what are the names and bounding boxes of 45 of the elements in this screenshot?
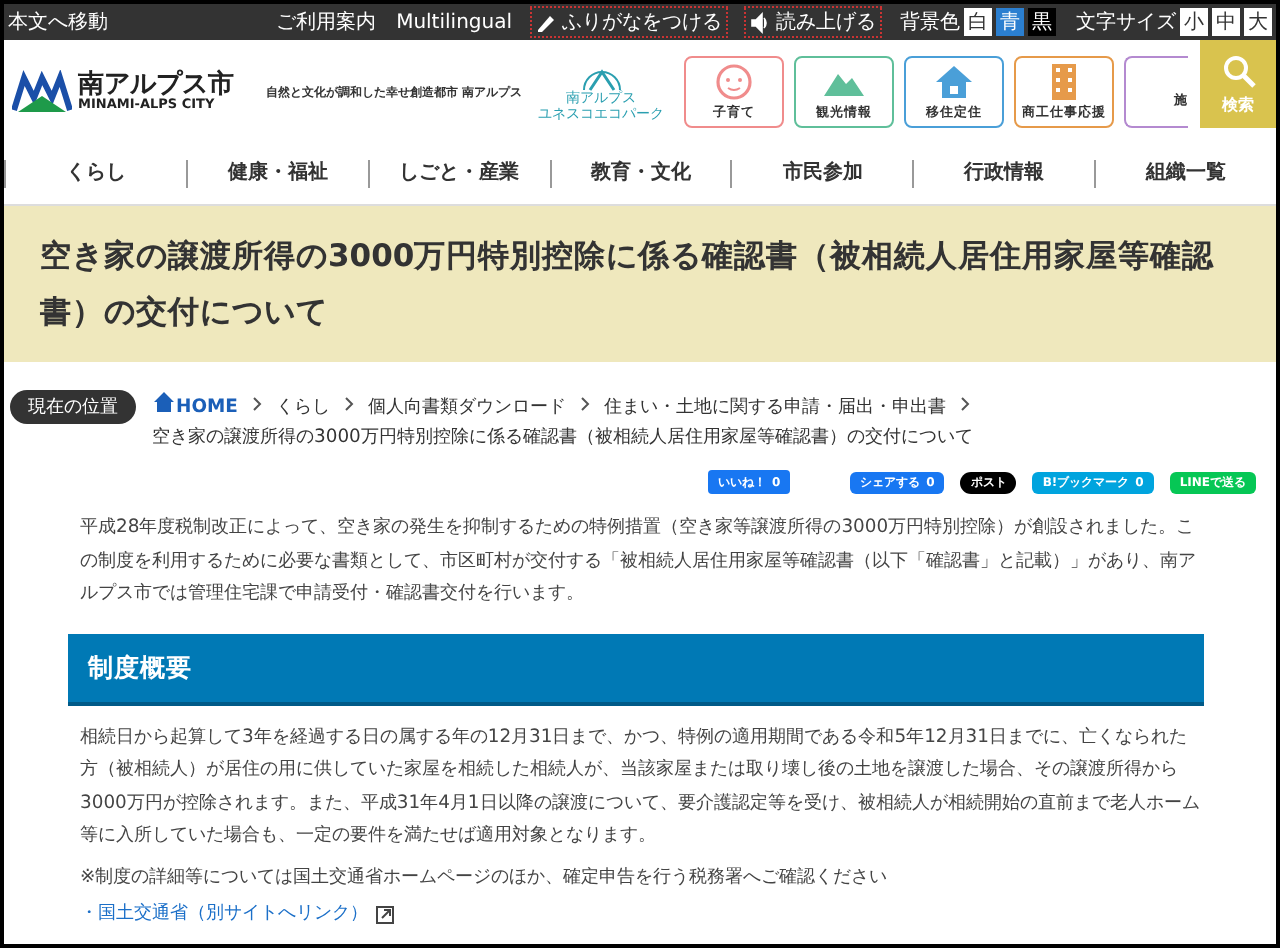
house-icon: [932, 62, 977, 100]
nav-item[interactable]: 市民参加: [730, 160, 913, 188]
section-heading: 制度概要: [68, 633, 1204, 705]
breadcrumb-home-link[interactable]: HOME: [152, 396, 238, 418]
text-size-option[interactable]: 中: [1212, 8, 1240, 36]
text-size-option[interactable]: 小: [1180, 8, 1208, 36]
background-color-option[interactable]: 青: [996, 8, 1024, 36]
nav-item[interactable]: しごと・産業: [367, 160, 550, 188]
read-aloud-button[interactable]: 読み上げる: [746, 8, 880, 36]
breadcrumb-link[interactable]: 住まい・土地に関する申請・届出・申出書: [603, 396, 946, 418]
speaker-icon: [750, 11, 770, 33]
nav-item[interactable]: くらし: [4, 160, 186, 188]
header-link[interactable]: ご利用案内: [276, 8, 377, 36]
pencil-icon: [536, 11, 556, 33]
intro-paragraph: 平成28年度税制改正によって、空き家の発生を抑制するための特例措置（空き家等譲渡所得の3000万円特別控除）が創設されました。この制度を利用するために必要な書類として、市区町村が交付する「被相続人居住用家屋等確認書（以下「確認書」と記載）」があり、南アルプス市では管理住宅課で申請受付・確認書交付を行います。: [80, 514, 1198, 608]
city-name: 南アルプス市: [78, 72, 234, 99]
current-location-label: 現在の位置: [10, 390, 136, 424]
city-logo-icon: [12, 70, 72, 114]
home-icon: [152, 390, 176, 412]
breadcrumb-current: 空き家の譲渡所得の3000万円特別控除に係る確認書（被相続人居住用家屋等確認書）の交付について: [152, 424, 975, 452]
baby-face-icon: [712, 62, 757, 100]
breadcrumb-link[interactable]: 個人向書類ダウンロード: [367, 396, 566, 418]
nav-item[interactable]: 組織一覧: [1094, 160, 1277, 188]
nav-item[interactable]: 健康・福祉: [185, 160, 368, 188]
nav-item[interactable]: 行政情報: [912, 160, 1095, 188]
nav-item[interactable]: 教育・文化: [549, 160, 731, 188]
skip-link[interactable]: 本文へ移動: [8, 8, 108, 36]
chevron-icon: [343, 396, 354, 412]
background-color-option[interactable]: 白: [964, 8, 992, 36]
text-size-label: 文字サイズ: [1076, 9, 1176, 36]
chevron-icon: [959, 396, 970, 412]
text-size-option[interactable]: 大: [1244, 8, 1272, 36]
external-link-icon: [376, 905, 394, 924]
external-link[interactable]: ・国土交通省（別サイトへリンク）: [80, 898, 394, 931]
background-color-option[interactable]: 黒: [1028, 8, 1056, 36]
chevron-icon: [251, 396, 262, 412]
header-link[interactable]: Multilingual: [396, 11, 512, 33]
furigana-button[interactable]: ふりがなをつける: [532, 8, 726, 36]
search-icon: [1221, 53, 1255, 87]
chevron-icon: [579, 396, 590, 412]
note-text: ※制度の詳細等については国土交通省ホームページのほか、確定申告を行う税務署へご確認ください: [80, 863, 890, 891]
background-color-label: 背景色: [900, 9, 960, 36]
page-title: 空き家の譲渡所得の3000万円特別控除に係る確認書（被相続人居住用家屋等確認書）の交付について: [40, 236, 1217, 334]
section-paragraph: 相続日から起算して3年を経過する日の属する年の12月31日まで、かつ、特例の適用期間である令和5年12月31日までに、亡くなられた方（被相続人）が居住の用に供していた家屋を相続した相続人が、当該家屋または取り壊し後の土地を譲渡した場合、その譲渡所得から3000万円が控除されます。また、平成31年4月1日以降の譲渡について、要介護認定等を受け、被相続人が相続開始の直前まで老人ホーム等に入所していた場合も、一定の要件を満たせば適用対象となります。: [80, 723, 1202, 850]
breadcrumb-link[interactable]: くらし: [275, 396, 330, 418]
